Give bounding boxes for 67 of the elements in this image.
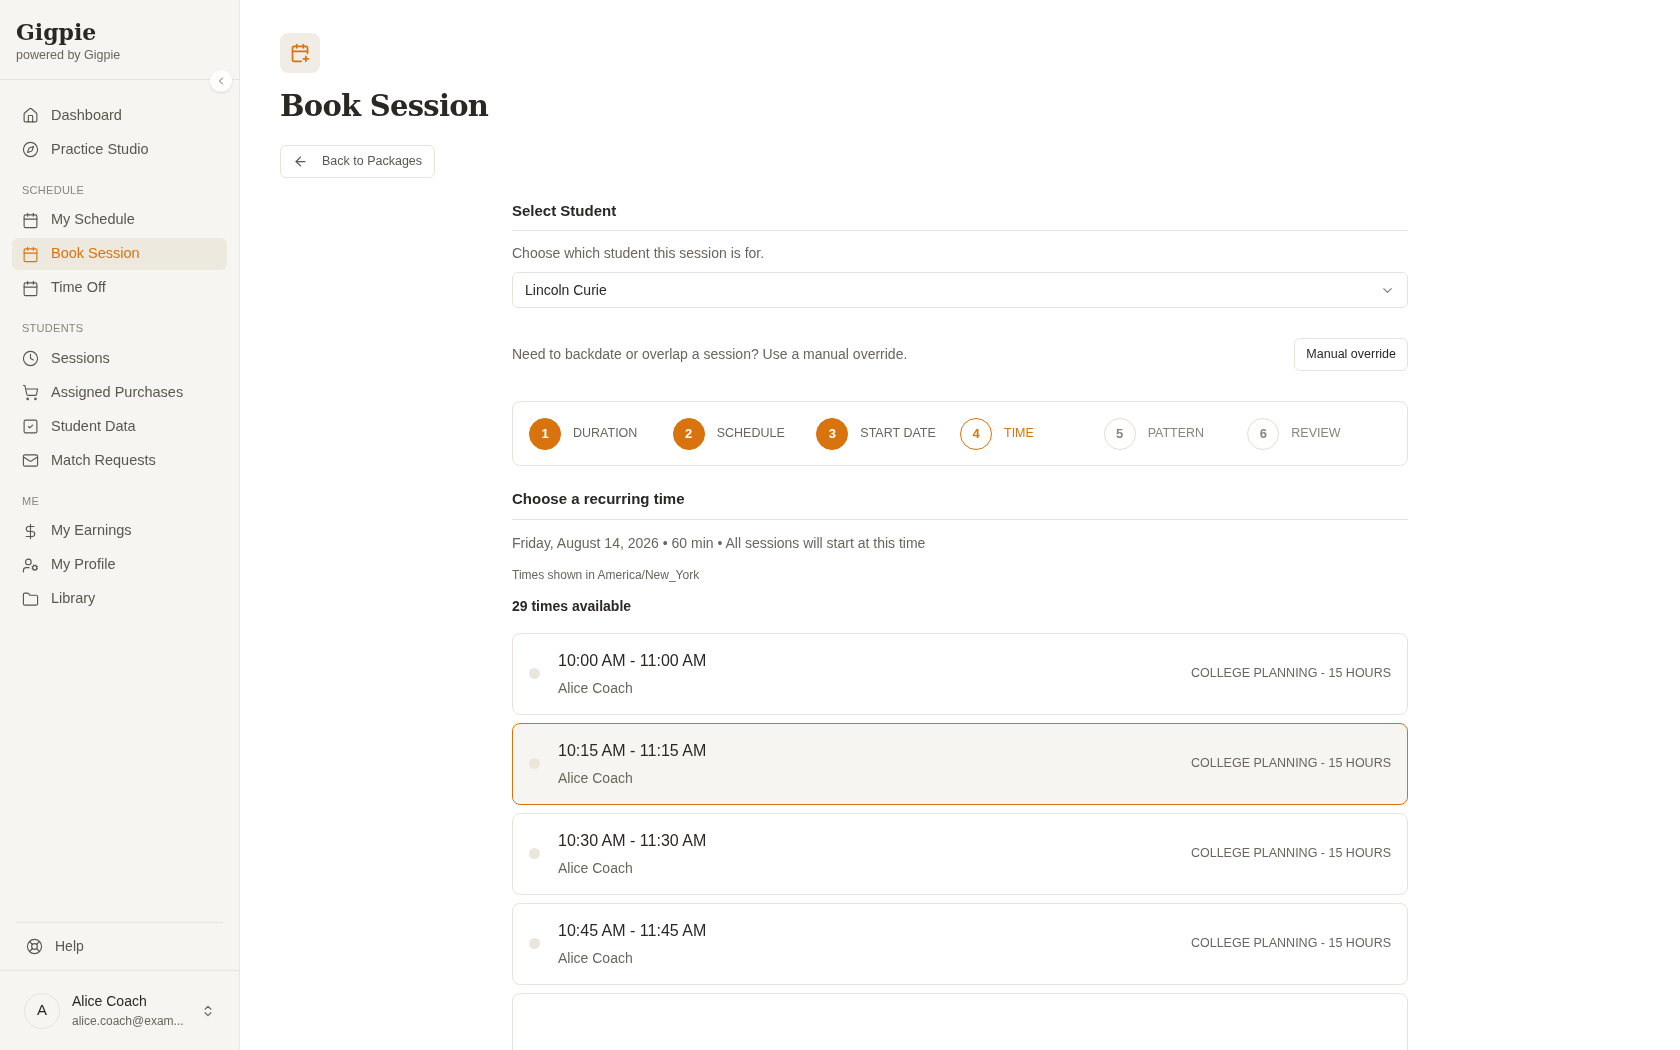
times-count: 29 times available (512, 596, 633, 616)
nav-item[interactable]: Student Data (12, 410, 227, 443)
lifebuoy-icon (26, 938, 43, 955)
cart-icon (22, 384, 39, 402)
time-slot-card[interactable]: 10:15 AM - 11:15 AM Alice Coach COLLEGE PLANNING - 15 HOURS (512, 722, 1408, 805)
nav-item[interactable]: Match Requests (12, 444, 227, 477)
time-slot-card[interactable] (512, 992, 1408, 1050)
manual-override-button[interactable]: Manual override (1294, 338, 1408, 371)
nav-item[interactable]: My Schedule (12, 204, 227, 237)
calendar-icon (22, 211, 39, 229)
override-text: Need to backdate or overlap a session? Use a manual override. (512, 345, 908, 364)
slot-time: 10:45 AM - 11:45 AM (558, 920, 708, 941)
time-slot-card[interactable]: 10:00 AM - 11:00 AM Alice Coach COLLEGE PLANNING - 15 HOURS (512, 632, 1408, 715)
user-gear-icon (22, 556, 39, 574)
nav-item[interactable]: My Earnings (12, 515, 227, 548)
field-hint: Choose which student this session is for. (512, 244, 766, 263)
slot-time: 10:00 AM - 11:00 AM (558, 650, 708, 671)
nav-item[interactable]: Dashboard (12, 99, 227, 132)
checkbox-icon (22, 418, 39, 436)
slot-package: COLLEGE PLANNING - 15 HOURS (1190, 665, 1391, 683)
slot-time: 10:15 AM - 11:15 AM (558, 740, 708, 761)
step: 4 TIME (960, 417, 1104, 450)
brand-logo: Gigpie (16, 18, 98, 46)
mail-icon (22, 452, 39, 470)
section-heading: ME (21, 493, 41, 509)
nav-item[interactable]: My Profile (12, 549, 227, 582)
page-title: Book Session (280, 88, 490, 125)
calendar-plus-icon (290, 43, 310, 63)
nav-item[interactable]: Time Off (12, 272, 227, 305)
slot-coach: Alice Coach (558, 858, 634, 878)
slot-time: 10:30 AM - 11:30 AM (558, 830, 708, 851)
collapse-button[interactable] (210, 70, 232, 92)
calendar-icon (22, 245, 39, 263)
clock-icon (22, 350, 39, 368)
timezone-note: Times shown in America/New_York (512, 566, 701, 584)
step: 2 SCHEDULE (672, 417, 817, 450)
section-heading: STUDENTS (21, 321, 85, 337)
compass-icon (22, 141, 39, 159)
user-email: alice.coach@exam... (72, 1013, 185, 1030)
folder-icon (22, 590, 39, 608)
slot-package: COLLEGE PLANNING - 15 HOURS (1190, 845, 1391, 863)
section-heading: Choose a recurring time (512, 488, 1408, 520)
nav-item[interactable]: Library (12, 583, 227, 616)
section-heading: SCHEDULE (21, 182, 86, 198)
step: 6 REVIEW (1247, 417, 1391, 450)
nav-item[interactable]: Sessions (12, 342, 227, 375)
back-button[interactable]: Back to Packages (280, 144, 436, 178)
nav-item[interactable]: Assigned Purchases (12, 376, 227, 409)
help-link[interactable]: Help (26, 936, 213, 957)
calendar-icon (22, 279, 39, 297)
slot-package: COLLEGE PLANNING - 15 HOURS (1190, 755, 1391, 773)
section-heading: Select Student (512, 199, 1408, 231)
step: 5 PATTERN (1103, 417, 1248, 450)
student-select[interactable]: Lincoln Curie (512, 272, 1408, 308)
time-slot-card[interactable]: 10:45 AM - 11:45 AM Alice Coach COLLEGE PLANNING - 15 HOURS (512, 902, 1408, 985)
user-name: Alice Coach (72, 992, 148, 1011)
step: 1 DURATION (529, 417, 673, 450)
step: 3 START DATE (816, 417, 960, 450)
brand-tagline: powered by Gigpie (16, 47, 122, 64)
session-summary: Friday, August 14, 2026 • 60 min • All sessions will start at this time (512, 533, 927, 553)
home-icon (22, 107, 39, 125)
slot-coach: Alice Coach (558, 678, 634, 698)
time-slot-card[interactable]: 10:30 AM - 11:30 AM Alice Coach COLLEGE PLANNING - 15 HOURS (512, 812, 1408, 895)
slot-package: COLLEGE PLANNING - 15 HOURS (1190, 935, 1391, 953)
slot-coach: Alice Coach (558, 948, 634, 968)
nav-item[interactable]: Practice Studio (12, 133, 227, 166)
slot-coach: Alice Coach (558, 768, 634, 788)
